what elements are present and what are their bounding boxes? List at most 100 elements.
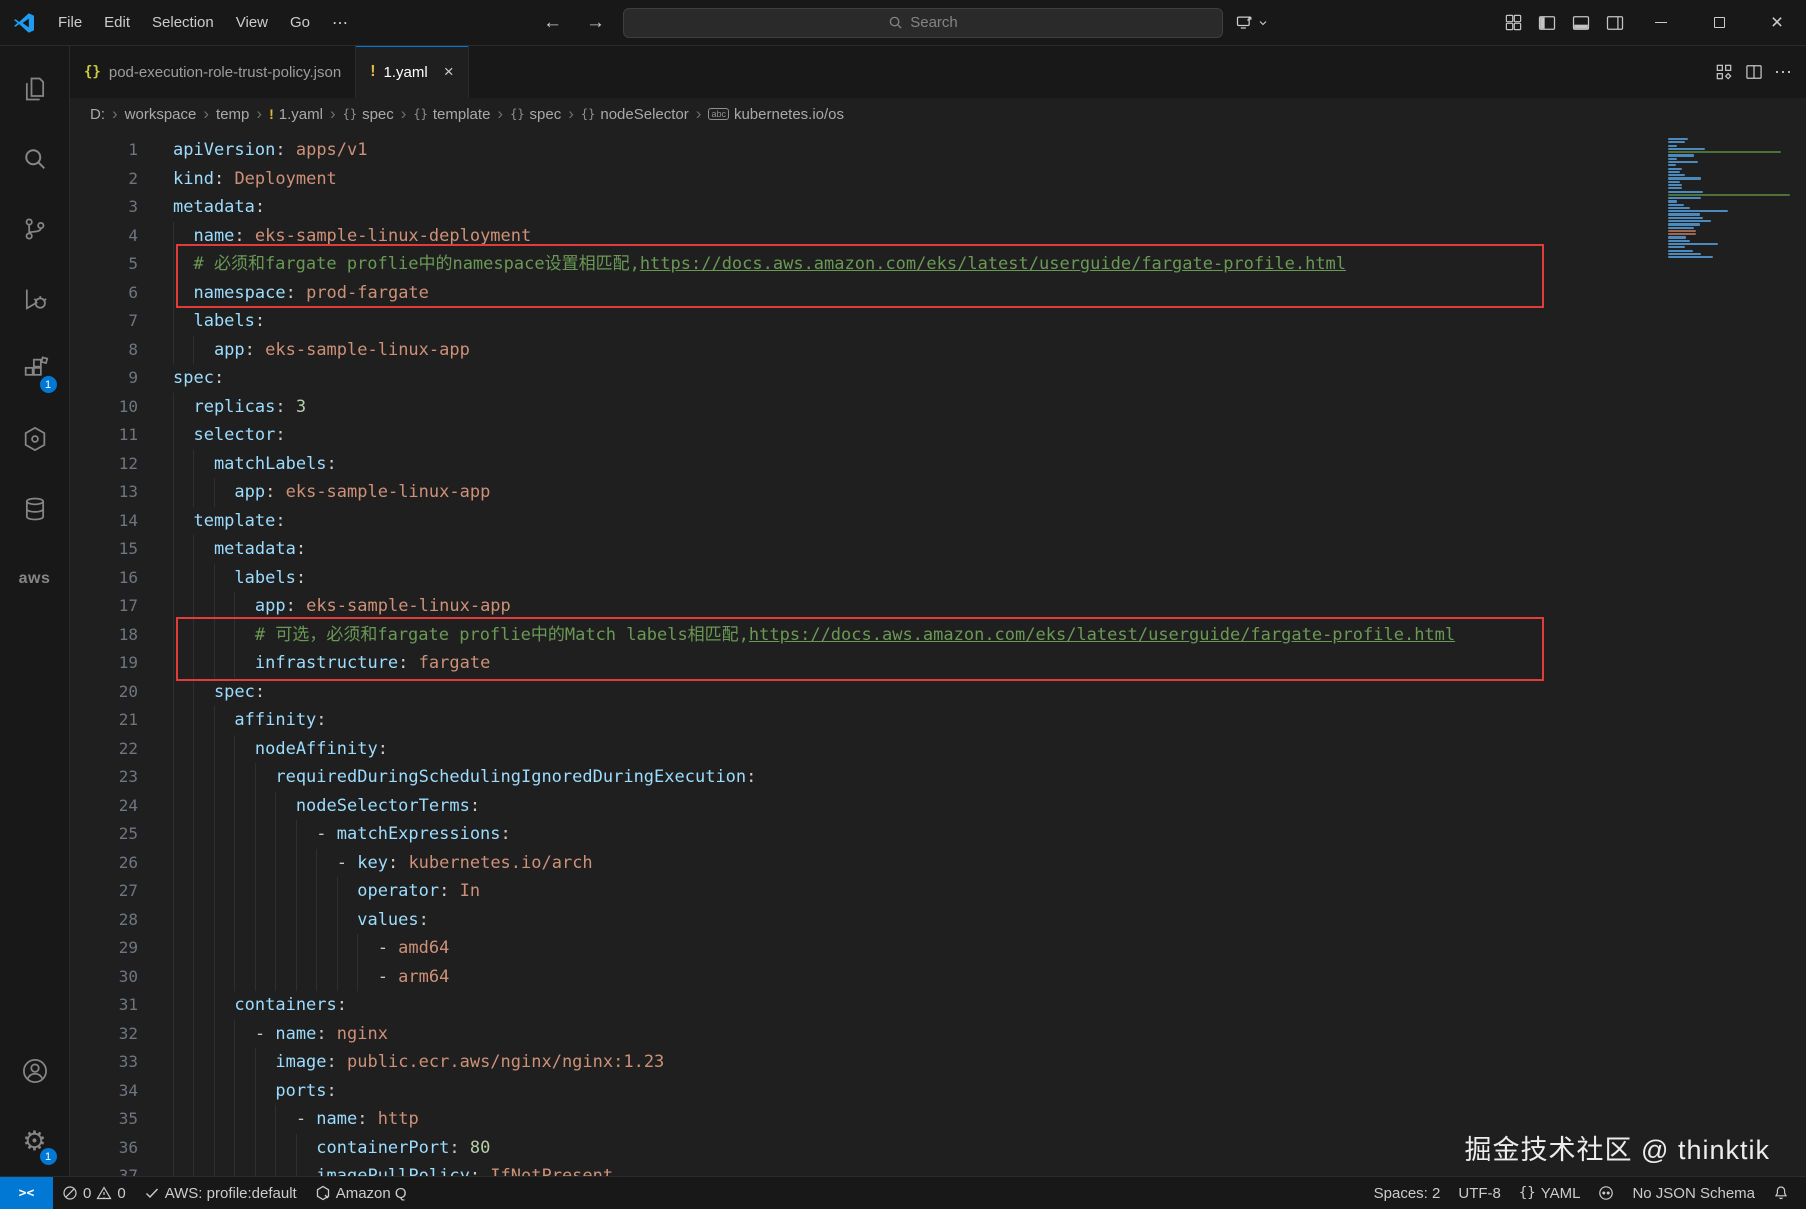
- tab-1-yaml[interactable]: ! 1.yaml ×: [356, 46, 468, 98]
- code-text[interactable]: operator: In: [138, 877, 480, 906]
- toggle-panel-icon[interactable]: [1564, 0, 1598, 45]
- customize-layout-icon[interactable]: [1496, 0, 1530, 45]
- activity-accounts[interactable]: [0, 1036, 70, 1106]
- code-text[interactable]: labels:: [138, 307, 265, 336]
- menu-edit[interactable]: Edit: [94, 9, 140, 36]
- breadcrumb-temp[interactable]: temp: [214, 105, 251, 124]
- code-text[interactable]: - amd64: [138, 934, 449, 963]
- code-text[interactable]: selector:: [138, 421, 286, 450]
- code-line: 18# 可选，必须和fargate proflie中的Match labels相…: [70, 621, 1806, 650]
- split-editor-icon[interactable]: [1744, 62, 1764, 82]
- menu-overflow-ellipsis[interactable]: ⋯: [322, 8, 358, 38]
- menu-go[interactable]: Go: [280, 9, 320, 36]
- code-editor[interactable]: 1apiVersion: apps/v12kind: Deployment3me…: [70, 130, 1806, 1176]
- code-text[interactable]: - key: kubernetes.io/arch: [138, 849, 593, 878]
- toggle-sidebar-right-icon[interactable]: [1598, 0, 1632, 45]
- minimize-button[interactable]: [1632, 0, 1690, 45]
- more-actions-icon[interactable]: ⋯: [1774, 62, 1792, 83]
- code-text[interactable]: containerPort: 80: [138, 1134, 490, 1163]
- code-text[interactable]: - name: http: [138, 1105, 419, 1134]
- breadcrumb-node-selector[interactable]: {} nodeSelector: [579, 105, 691, 124]
- code-text[interactable]: nodeAffinity:: [138, 735, 388, 764]
- breadcrumb-spec-2[interactable]: {} spec: [508, 105, 563, 124]
- activity-remote-explorer[interactable]: [0, 404, 70, 474]
- language-mode-status[interactable]: {} YAML: [1510, 1177, 1590, 1209]
- forward-arrow-icon[interactable]: →: [580, 10, 611, 36]
- breadcrumb-spec[interactable]: {} spec: [341, 105, 396, 124]
- breadcrumb-template[interactable]: {} template: [411, 105, 492, 124]
- copilot-status[interactable]: [1589, 1177, 1623, 1209]
- code-text[interactable]: labels:: [138, 564, 306, 593]
- menu-selection[interactable]: Selection: [142, 9, 224, 36]
- breadcrumb-drive[interactable]: D:: [88, 105, 107, 124]
- code-text[interactable]: name: eks-sample-linux-deployment: [138, 222, 531, 251]
- minimap-line: [1668, 148, 1705, 150]
- code-text[interactable]: app: eks-sample-linux-app: [138, 336, 470, 365]
- aws-profile-status[interactable]: AWS: profile:default: [135, 1177, 306, 1209]
- back-arrow-icon[interactable]: ←: [537, 10, 568, 36]
- indent-guide: [214, 649, 234, 678]
- tab-close-icon[interactable]: ×: [444, 62, 454, 82]
- activity-aws[interactable]: aws: [0, 544, 70, 614]
- code-text[interactable]: imagePullPolicy: IfNotPresent: [138, 1162, 613, 1176]
- indent-guide: [214, 1077, 234, 1106]
- code-text[interactable]: metadata:: [138, 535, 306, 564]
- notifications-status[interactable]: [1764, 1177, 1798, 1209]
- editor-action-grid-icon[interactable]: [1714, 62, 1734, 82]
- encoding-status[interactable]: UTF-8: [1449, 1177, 1510, 1209]
- code-text[interactable]: replicas: 3: [138, 393, 306, 422]
- activity-run-debug[interactable]: [0, 264, 70, 334]
- code-text[interactable]: containers:: [138, 991, 347, 1020]
- indent-guide: [275, 963, 295, 992]
- breadcrumb-kubernetes-io-os[interactable]: abc kubernetes.io/os: [706, 105, 846, 124]
- maximize-button[interactable]: [1690, 0, 1748, 45]
- code-text[interactable]: image: public.ecr.aws/nginx/nginx:1.23: [138, 1048, 664, 1077]
- code-text[interactable]: matchLabels:: [138, 450, 337, 479]
- code-text[interactable]: - name: nginx: [138, 1020, 388, 1049]
- indent-guide: [193, 934, 213, 963]
- breadcrumb-separator: ›: [401, 104, 407, 124]
- activity-search[interactable]: [0, 124, 70, 194]
- code-text[interactable]: # 可选，必须和fargate proflie中的Match labels相匹配…: [138, 621, 1455, 650]
- indent-guide: [173, 478, 193, 507]
- monitor-arrow-icon[interactable]: [1235, 13, 1269, 33]
- code-text[interactable]: template:: [138, 507, 286, 536]
- activity-database[interactable]: [0, 474, 70, 544]
- search-input[interactable]: Search: [623, 8, 1223, 38]
- problems-status[interactable]: 0 0: [53, 1177, 135, 1209]
- tab-pod-execution-role-trust-policy[interactable]: {} pod-execution-role-trust-policy.json: [70, 46, 356, 98]
- code-text[interactable]: infrastructure: fargate: [138, 649, 490, 678]
- toggle-sidebar-left-icon[interactable]: [1530, 0, 1564, 45]
- code-text[interactable]: apiVersion: apps/v1: [138, 136, 368, 165]
- code-text[interactable]: namespace: prod-fargate: [138, 279, 429, 308]
- code-text[interactable]: # 必须和fargate proflie中的namespace设置相匹配,htt…: [138, 250, 1346, 279]
- activity-settings[interactable]: ⚙ 1: [0, 1106, 70, 1176]
- menu-file[interactable]: File: [48, 9, 92, 36]
- code-text[interactable]: - arm64: [138, 963, 449, 992]
- code-text[interactable]: values:: [138, 906, 429, 935]
- close-button[interactable]: ×: [1748, 0, 1806, 45]
- activity-explorer[interactable]: [0, 54, 70, 124]
- code-text[interactable]: affinity:: [138, 706, 327, 735]
- code-text[interactable]: requiredDuringSchedulingIgnoredDuringExe…: [138, 763, 756, 792]
- activity-source-control[interactable]: [0, 194, 70, 264]
- breadcrumb-file[interactable]: ! 1.yaml: [267, 105, 325, 124]
- code-text[interactable]: metadata:: [138, 193, 265, 222]
- amazon-q-status[interactable]: Amazon Q: [306, 1177, 416, 1209]
- menu-view[interactable]: View: [226, 9, 278, 36]
- remote-indicator[interactable]: ><: [0, 1177, 53, 1209]
- indentation-status[interactable]: Spaces: 2: [1365, 1177, 1450, 1209]
- code-text[interactable]: app: eks-sample-linux-app: [138, 478, 490, 507]
- code-text[interactable]: nodeSelectorTerms:: [138, 792, 480, 821]
- json-schema-status[interactable]: No JSON Schema: [1623, 1177, 1764, 1209]
- code-text[interactable]: ports:: [138, 1077, 337, 1106]
- code-text[interactable]: spec:: [138, 364, 224, 393]
- indent-guide: [337, 877, 357, 906]
- minimap[interactable]: [1668, 138, 1794, 259]
- breadcrumb-workspace[interactable]: workspace: [123, 105, 199, 124]
- code-text[interactable]: - matchExpressions:: [138, 820, 511, 849]
- code-text[interactable]: spec:: [138, 678, 265, 707]
- code-text[interactable]: kind: Deployment: [138, 165, 337, 194]
- code-text[interactable]: app: eks-sample-linux-app: [138, 592, 511, 621]
- activity-extensions[interactable]: 1: [0, 334, 70, 404]
